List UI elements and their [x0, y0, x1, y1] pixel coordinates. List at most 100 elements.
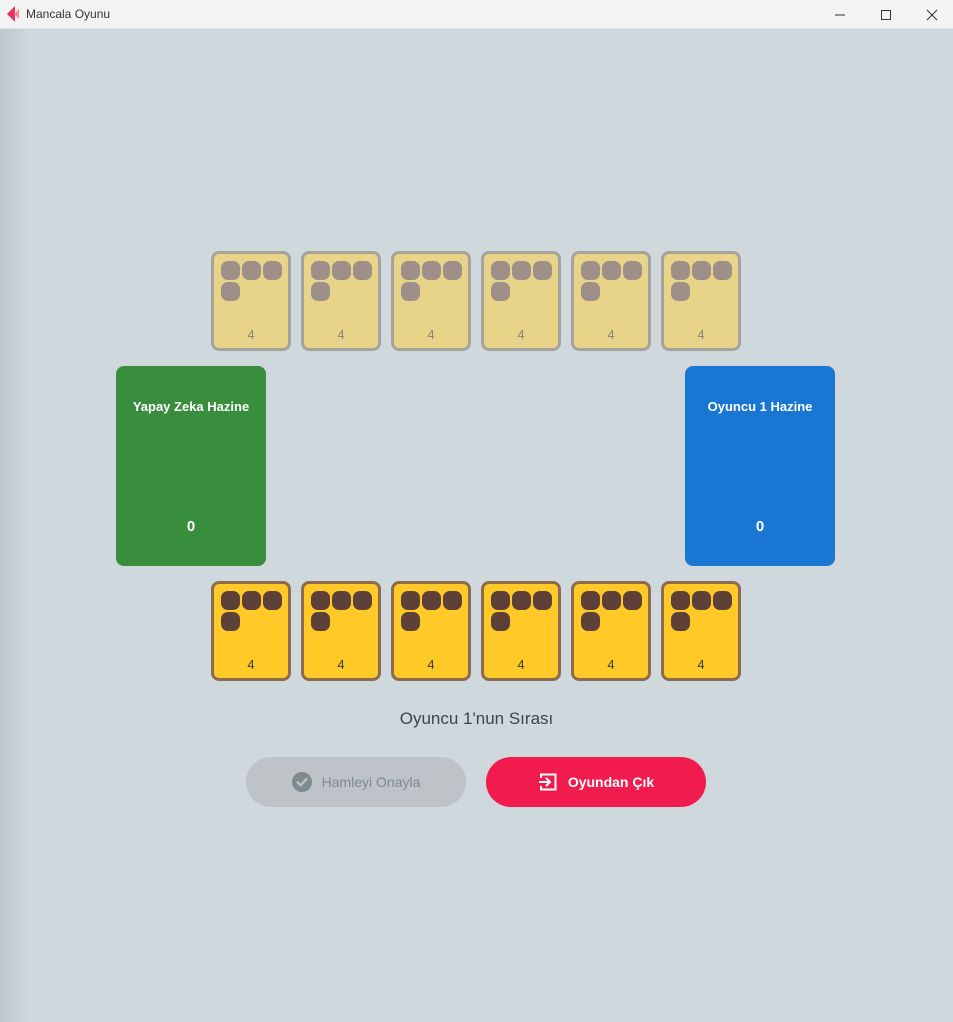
stone [713, 261, 732, 280]
check-circle-icon [291, 772, 312, 792]
stone [602, 591, 621, 610]
stone [401, 261, 420, 280]
stone [263, 261, 282, 280]
stone [692, 591, 711, 610]
confirm-move-button[interactable]: Hamleyi Onayla [246, 757, 466, 807]
player-store-count: 0 [755, 518, 765, 535]
ai-store: Yapay Zeka Hazine 0 [116, 366, 266, 566]
stone [443, 261, 462, 280]
pit-count: 4 [607, 657, 615, 672]
player-pit-2[interactable]: 4 [301, 581, 381, 681]
stone [491, 261, 510, 280]
minimize-button[interactable] [817, 0, 863, 29]
pit-stones [311, 591, 375, 631]
pit-count: 4 [247, 657, 255, 672]
stone [422, 591, 441, 610]
minimize-icon [835, 14, 845, 15]
pit-stones [401, 261, 465, 301]
quit-game-label: Oyundan Çık [567, 774, 655, 790]
pit-stones [221, 591, 285, 631]
stone [512, 591, 531, 610]
stone [311, 261, 330, 280]
stone [581, 282, 600, 301]
pit-count: 4 [337, 327, 345, 342]
maximize-icon [881, 9, 891, 20]
maximize-button[interactable] [863, 0, 909, 29]
confirm-move-label: Hamleyi Onayla [321, 774, 421, 790]
stone [311, 612, 330, 631]
stone [533, 591, 552, 610]
pit-count: 4 [337, 657, 345, 672]
stone [263, 591, 282, 610]
pit-stones [221, 261, 285, 301]
stone [623, 591, 642, 610]
ai-pit-2: 4 [301, 251, 381, 351]
stone [401, 591, 420, 610]
window-left-shade [0, 29, 30, 1022]
stone [581, 261, 600, 280]
stone [533, 261, 552, 280]
pit-stones [671, 591, 735, 631]
player-store-title: Oyuncu 1 Hazine [707, 399, 813, 414]
close-button[interactable] [909, 0, 953, 29]
pit-stones [671, 261, 735, 301]
pit-stones [491, 261, 555, 301]
ai-pit-5: 4 [571, 251, 651, 351]
stone [602, 261, 621, 280]
stone [401, 612, 420, 631]
ai-pit-6: 4 [661, 251, 741, 351]
pit-stones [491, 591, 555, 631]
ai-store-count: 0 [186, 518, 196, 535]
stone [512, 261, 531, 280]
stone [242, 591, 261, 610]
player-pit-4[interactable]: 4 [481, 581, 561, 681]
player-pit-3[interactable]: 4 [391, 581, 471, 681]
stone [491, 591, 510, 610]
pit-count: 4 [427, 327, 435, 342]
ai-store-title: Yapay Zeka Hazine [132, 399, 250, 414]
stone [311, 591, 330, 610]
pit-stones [401, 591, 465, 631]
stone [623, 261, 642, 280]
stone [491, 282, 510, 301]
player-pit-1[interactable]: 4 [211, 581, 291, 681]
pit-count: 4 [697, 657, 705, 672]
stone [242, 261, 261, 280]
stone [581, 612, 600, 631]
stone [401, 282, 420, 301]
stone [221, 261, 240, 280]
stone [353, 591, 372, 610]
stone [332, 261, 351, 280]
pit-count: 4 [247, 327, 255, 342]
pit-count: 4 [427, 657, 435, 672]
quit-game-button[interactable]: Oyundan Çık [486, 757, 706, 807]
exit-icon [538, 772, 558, 792]
stone [692, 261, 711, 280]
stone [221, 612, 240, 631]
pit-count: 4 [697, 327, 705, 342]
stone [671, 612, 690, 631]
player-store: Oyuncu 1 Hazine 0 [685, 366, 835, 566]
stone [491, 612, 510, 631]
player-pit-6[interactable]: 4 [661, 581, 741, 681]
ai-pit-4: 4 [481, 251, 561, 351]
pit-stones [311, 261, 375, 301]
stone [671, 261, 690, 280]
close-icon [926, 9, 938, 20]
window-title: Mancala Oyunu [26, 7, 111, 21]
stone [353, 261, 372, 280]
stone [443, 591, 462, 610]
ai-pit-1: 4 [211, 251, 291, 351]
pit-stones [581, 261, 645, 301]
stone [671, 591, 690, 610]
stone [581, 591, 600, 610]
pit-stones [581, 591, 645, 631]
pit-count: 4 [607, 327, 615, 342]
pit-count: 4 [517, 327, 525, 342]
stone [671, 282, 690, 301]
stone [311, 282, 330, 301]
turn-indicator: Oyuncu 1'nun Sırası [399, 709, 554, 728]
player-pit-5[interactable]: 4 [571, 581, 651, 681]
stone [713, 591, 732, 610]
window-titlebar: Mancala Oyunu [0, 0, 953, 29]
